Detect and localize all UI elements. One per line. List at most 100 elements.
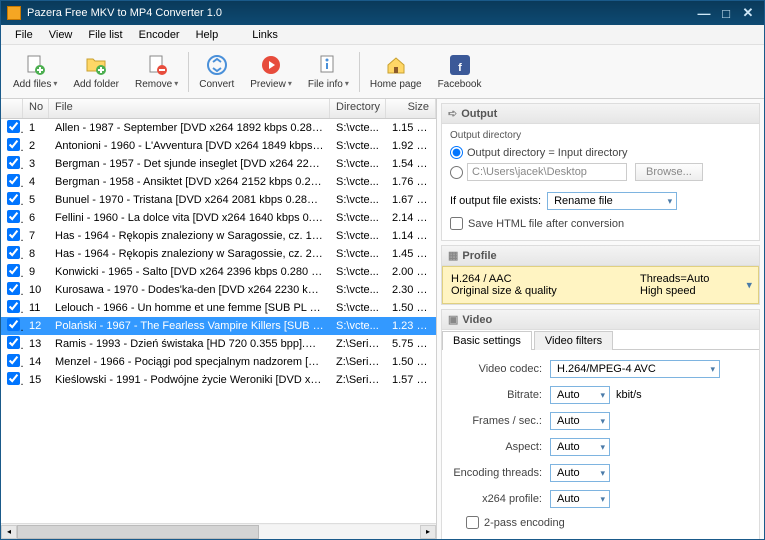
browse-button[interactable]: Browse...	[635, 163, 703, 181]
scroll-thumb[interactable]	[17, 525, 259, 539]
aspect-select[interactable]: Auto	[550, 438, 610, 456]
file-checkbox[interactable]	[7, 138, 20, 151]
settings-panel: ➪Output Output directory Output director…	[437, 99, 764, 539]
file-row[interactable]: 15Kieślowski - 1991 - Podwójne życie Wer…	[1, 371, 436, 389]
file-checkbox[interactable]	[7, 210, 20, 223]
video-panel: ▣Video Basic settings Video filters Vide…	[441, 309, 760, 539]
output-dir-path-input[interactable]	[467, 163, 627, 181]
file-list-panel: No File Directory Size 1Allen - 1987 - S…	[1, 99, 437, 539]
dropdown-arrow-icon[interactable]: ▾	[288, 79, 292, 88]
file-checkbox[interactable]	[7, 264, 20, 277]
tab-video-filters[interactable]: Video filters	[534, 331, 613, 350]
dropdown-arrow-icon[interactable]: ▾	[345, 79, 349, 88]
file-no: 4	[23, 176, 49, 188]
scroll-left-button[interactable]: ◂	[1, 525, 17, 539]
tab-basic-settings[interactable]: Basic settings	[442, 331, 532, 350]
file-dir: S:\vcte...	[330, 176, 386, 188]
file-row[interactable]: 8Has - 1964 - Rękopis znaleziony w Sarag…	[1, 245, 436, 263]
file-exists-select[interactable]: Rename file	[547, 192, 677, 210]
file-row[interactable]: 6Fellini - 1960 - La dolce vita [DVD x26…	[1, 209, 436, 227]
file-checkbox[interactable]	[7, 354, 20, 367]
tool-label: Facebook	[438, 79, 482, 90]
tool-label: Preview	[250, 79, 286, 90]
two-pass-checkbox[interactable]	[466, 516, 479, 529]
file-row[interactable]: 11Lelouch - 1966 - Un homme et une femme…	[1, 299, 436, 317]
file-checkbox[interactable]	[7, 156, 20, 169]
horizontal-scrollbar[interactable]: ◂ ▸	[1, 523, 436, 539]
file-checkbox[interactable]	[7, 282, 20, 295]
file-checkbox[interactable]	[7, 174, 20, 187]
preview-button[interactable]: Preview▾	[242, 48, 300, 96]
file-list-body[interactable]: 1Allen - 1987 - September [DVD x264 1892…	[1, 119, 436, 517]
output-dir-custom-radio[interactable]	[450, 166, 463, 179]
close-button[interactable]: ✕	[738, 5, 758, 21]
facebook-button[interactable]: fFacebook	[430, 48, 490, 96]
file-checkbox[interactable]	[7, 318, 20, 331]
maximize-button[interactable]: □	[716, 5, 736, 21]
file-row[interactable]: 7Has - 1964 - Rękopis znaleziony w Sarag…	[1, 227, 436, 245]
file-dir: Z:\Seria...	[330, 356, 386, 368]
add-folder-button[interactable]: Add folder	[65, 48, 127, 96]
file-name: Fellini - 1960 - La dolce vita [DVD x264…	[49, 212, 330, 224]
file-name: Ramis - 1993 - Dzień świstaka [HD 720 0.…	[49, 338, 330, 350]
output-title: Output	[461, 108, 497, 120]
file-row[interactable]: 14Menzel - 1966 - Pociągi pod specjalnym…	[1, 353, 436, 371]
column-size[interactable]: Size	[386, 99, 436, 118]
file-row[interactable]: 3Bergman - 1957 - Det sjunde inseglet [D…	[1, 155, 436, 173]
output-dir-same-radio[interactable]	[450, 146, 463, 159]
menu-links[interactable]: Links	[244, 27, 286, 43]
file-checkbox[interactable]	[7, 300, 20, 313]
threads-select[interactable]: Auto	[550, 464, 610, 482]
video-codec-select[interactable]: H.264/MPEG-4 AVC	[550, 360, 720, 378]
fps-select[interactable]: Auto	[550, 412, 610, 430]
menu-view[interactable]: View	[41, 27, 81, 43]
file-checkbox[interactable]	[7, 246, 20, 259]
file-checkbox[interactable]	[7, 120, 20, 133]
menu-help[interactable]: Help	[188, 27, 227, 43]
file-name: Has - 1964 - Rękopis znaleziony w Sarago…	[49, 248, 330, 260]
x264-select[interactable]: Auto	[550, 490, 610, 508]
bitrate-select[interactable]: Auto	[550, 386, 610, 404]
dropdown-arrow-icon[interactable]: ▾	[174, 79, 178, 88]
add-files-button[interactable]: Add files▾	[5, 48, 65, 96]
add-folder-icon	[84, 53, 108, 77]
file-size: 1.45 GB	[386, 248, 436, 260]
convert-button[interactable]: Convert	[191, 48, 242, 96]
home-page-button[interactable]: Home page	[362, 48, 430, 96]
tool-label: Add files	[13, 79, 51, 90]
fps-label: Frames / sec.:	[450, 415, 550, 427]
file-size: 1.50 GB	[386, 302, 436, 314]
file-row[interactable]: 2Antonioni - 1960 - L'Avventura [DVD x26…	[1, 137, 436, 155]
file-checkbox[interactable]	[7, 192, 20, 205]
menu-file-list[interactable]: File list	[80, 27, 130, 43]
file-name: Konwicki - 1965 - Salto [DVD x264 2396 k…	[49, 266, 330, 278]
file-name: Bunuel - 1970 - Tristana [DVD x264 2081 …	[49, 194, 330, 206]
file-checkbox[interactable]	[7, 372, 20, 385]
file-row[interactable]: 13Ramis - 1993 - Dzień świstaka [HD 720 …	[1, 335, 436, 353]
file-checkbox[interactable]	[7, 336, 20, 349]
file-name: Allen - 1987 - September [DVD x264 1892 …	[49, 122, 330, 134]
file-row[interactable]: 10Kurosawa - 1970 - Dodes'ka-den [DVD x2…	[1, 281, 436, 299]
remove-button[interactable]: Remove▾	[127, 48, 186, 96]
column-no[interactable]: No	[23, 99, 49, 118]
app-icon	[7, 6, 21, 20]
file-row[interactable]: 9Konwicki - 1965 - Salto [DVD x264 2396 …	[1, 263, 436, 281]
file-info-button[interactable]: File info▾	[300, 48, 357, 96]
file-no: 7	[23, 230, 49, 242]
save-html-checkbox[interactable]	[450, 217, 463, 230]
file-no: 14	[23, 356, 49, 368]
column-file[interactable]: File	[49, 99, 330, 118]
menu-file[interactable]: File	[7, 27, 41, 43]
file-row[interactable]: 5Bunuel - 1970 - Tristana [DVD x264 2081…	[1, 191, 436, 209]
profile-select[interactable]: H.264 / AAC Original size & quality Thre…	[442, 266, 759, 304]
file-row[interactable]: 12Polański - 1967 - The Fearless Vampire…	[1, 317, 436, 335]
file-no: 10	[23, 284, 49, 296]
menu-encoder[interactable]: Encoder	[131, 27, 188, 43]
minimize-button[interactable]: —	[694, 5, 714, 21]
dropdown-arrow-icon[interactable]: ▾	[53, 79, 57, 88]
column-directory[interactable]: Directory	[330, 99, 386, 118]
file-row[interactable]: 1Allen - 1987 - September [DVD x264 1892…	[1, 119, 436, 137]
scroll-right-button[interactable]: ▸	[420, 525, 436, 539]
file-row[interactable]: 4Bergman - 1958 - Ansiktet [DVD x264 215…	[1, 173, 436, 191]
file-checkbox[interactable]	[7, 228, 20, 241]
